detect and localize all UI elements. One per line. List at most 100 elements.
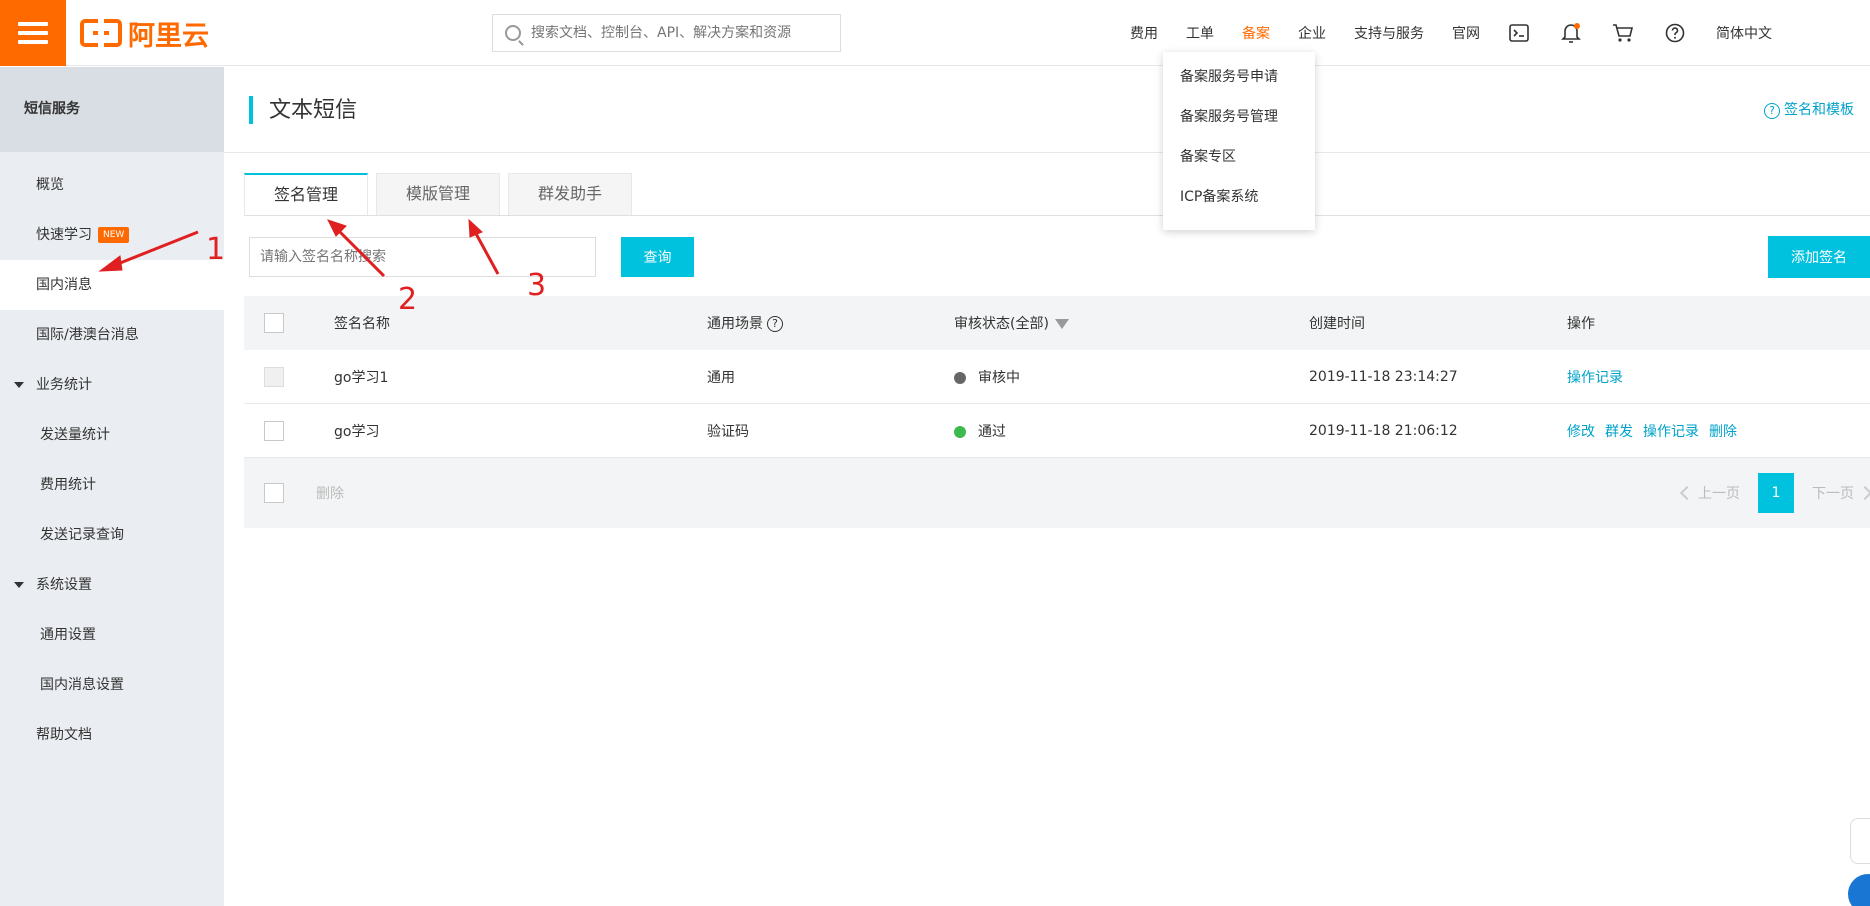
sidebar-item-label: 通用设置 (40, 627, 96, 643)
tab-divider (244, 215, 1870, 216)
sidebar-item-label: 发送量统计 (40, 427, 110, 443)
language-switch[interactable]: 简体中文 (1716, 23, 1772, 43)
signature-name: go学习 (334, 423, 380, 440)
search-icon (505, 25, 521, 41)
logo-text: 阿里云 (128, 20, 209, 52)
col-scene: 通用场景? (707, 313, 783, 333)
operation-log-link[interactable]: 操作记录 (1567, 370, 1623, 386)
terminal-icon[interactable] (1508, 22, 1530, 44)
chevron-right-icon (1857, 485, 1870, 501)
nav-enterprise[interactable]: 企业 (1298, 23, 1326, 43)
col-scene-label: 通用场景 (707, 316, 763, 332)
tab-bar: 签名管理 模版管理 群发助手 (244, 173, 640, 215)
add-signature-button[interactable]: 添加签名 (1768, 236, 1870, 278)
edit-link[interactable]: 修改 (1567, 424, 1595, 440)
delete-link[interactable]: 删除 (1709, 424, 1737, 440)
sidebar-item-quick-learn[interactable]: 快速学习 NEW (0, 210, 224, 260)
status-dot-icon (954, 425, 966, 438)
sidebar-item-label: 国内消息设置 (40, 677, 124, 693)
sidebar-item-international[interactable]: 国际/港澳台消息 (0, 310, 224, 360)
prev-page-button[interactable]: 上一页 (1679, 483, 1740, 503)
page-number-current[interactable]: 1 (1758, 473, 1794, 513)
sidebar-item-label: 费用统计 (40, 477, 96, 493)
nav-fees[interactable]: 费用 (1130, 23, 1158, 43)
dropdown-item-filing-apply[interactable]: 备案服务号申请 (1163, 66, 1315, 106)
footer-select-all-checkbox[interactable] (264, 483, 284, 503)
sidebar-item-send-stats[interactable]: 发送量统计 (0, 410, 224, 460)
status-text: 通过 (978, 423, 1006, 440)
signature-created-time: 2019-11-18 21:06:12 (1309, 422, 1458, 439)
operation-log-link[interactable]: 操作记录 (1643, 424, 1699, 440)
bulk-send-link[interactable]: 群发 (1605, 424, 1633, 440)
sidebar-item-label: 快速学习 (36, 227, 92, 243)
sidebar-item-label: 发送记录查询 (40, 527, 124, 543)
signature-status: 通过 (954, 421, 1006, 441)
query-button[interactable]: 查询 (621, 237, 694, 277)
floating-feedback-button[interactable] (1850, 818, 1870, 864)
sidebar-group-settings[interactable]: 系统设置 (0, 560, 224, 610)
global-search-input[interactable] (531, 25, 831, 41)
nav-support[interactable]: 支持与服务 (1354, 23, 1424, 43)
question-icon[interactable]: ? (767, 316, 783, 332)
status-dot-icon (954, 371, 966, 384)
tab-signature-management[interactable]: 签名管理 (244, 173, 368, 215)
signature-scene: 验证码 (707, 423, 749, 440)
annotation-label-3: 3 (527, 268, 547, 303)
question-icon: ? (1764, 103, 1780, 119)
sidebar-item-domestic[interactable]: 国内消息 (0, 260, 224, 310)
sidebar-item-domestic-settings[interactable]: 国内消息设置 (0, 660, 224, 710)
sidebar-item-label: 概览 (36, 177, 64, 193)
signature-template-help-link[interactable]: ? 签名和模板 (1764, 99, 1854, 119)
sidebar-item-general-settings[interactable]: 通用设置 (0, 610, 224, 660)
page-header: 文本短信 ? 签名和模板 (224, 67, 1870, 153)
prev-page-label: 上一页 (1698, 486, 1740, 502)
signature-table: 签名名称 通用场景? 审核状态(全部) 创建时间 操作 go学习1 通用 审核中… (244, 296, 1870, 528)
dropdown-item-filing-zone[interactable]: 备案专区 (1163, 146, 1315, 186)
tab-bulk-send-assistant[interactable]: 群发助手 (508, 173, 632, 215)
sidebar-item-label: 国际/港澳台消息 (36, 327, 139, 343)
select-all-checkbox[interactable] (264, 313, 284, 333)
sidebar-item-send-records[interactable]: 发送记录查询 (0, 510, 224, 560)
sidebar-item-label: 帮助文档 (36, 727, 92, 743)
tab-template-management[interactable]: 模版管理 (376, 173, 500, 215)
pagination: 上一页 1 下一页 (1679, 473, 1870, 513)
signature-status: 审核中 (954, 367, 1020, 387)
bell-icon[interactable] (1560, 22, 1582, 44)
hamburger-menu-icon[interactable] (0, 0, 66, 66)
help-icon[interactable] (1664, 22, 1686, 44)
filter-icon[interactable] (1054, 319, 1069, 329)
col-signature-name: 签名名称 (334, 316, 390, 332)
sidebar-item-overview[interactable]: 概览 (0, 160, 224, 210)
col-status: 审核状态(全部) (954, 313, 1069, 333)
sidebar-group-label: 系统设置 (36, 577, 92, 593)
nav-official-site[interactable]: 官网 (1452, 23, 1480, 43)
sidebar: 短信服务 概览 快速学习 NEW 国内消息 国际/港澳台消息 业务统计 发送量统计… (0, 67, 224, 906)
top-bar: 阿里云 费用 工单 备案 企业 支持与服务 官网 简体中文 (0, 0, 1870, 66)
row-checkbox[interactable] (264, 420, 284, 441)
dropdown-item-icp-system[interactable]: ICP备案系统 (1163, 186, 1315, 226)
batch-delete-button[interactable]: 删除 (316, 483, 344, 503)
table-header: 签名名称 通用场景? 审核状态(全部) 创建时间 操作 (244, 296, 1870, 350)
new-badge: NEW (98, 227, 130, 243)
caret-down-icon (14, 382, 24, 388)
nav-filing[interactable]: 备案 (1242, 23, 1270, 43)
table-row: go学习1 通用 审核中 2019-11-18 23:14:27 操作记录 (244, 350, 1870, 404)
row-actions: 修改 群发 操作记录 删除 (1567, 421, 1747, 441)
global-search[interactable] (492, 14, 841, 52)
sidebar-group-stats[interactable]: 业务统计 (0, 360, 224, 410)
table-row: go学习 验证码 通过 2019-11-18 21:06:12 修改 群发 操作记录… (244, 404, 1870, 458)
next-page-button[interactable]: 下一页 (1812, 483, 1870, 503)
row-checkbox (264, 366, 284, 387)
dropdown-item-filing-manage[interactable]: 备案服务号管理 (1163, 106, 1315, 146)
aliyun-logo[interactable]: 阿里云 (80, 17, 209, 52)
cart-icon[interactable] (1612, 22, 1634, 44)
sidebar-item-fee-stats[interactable]: 费用统计 (0, 460, 224, 510)
sidebar-item-help-docs[interactable]: 帮助文档 (0, 710, 224, 760)
nav-tickets[interactable]: 工单 (1186, 23, 1214, 43)
help-link-text: 签名和模板 (1784, 102, 1854, 118)
row-actions: 操作记录 (1567, 367, 1633, 387)
col-status-label: 审核状态(全部) (954, 316, 1049, 332)
page-title: 文本短信 (269, 98, 358, 123)
sidebar-item-label: 国内消息 (36, 277, 92, 293)
next-page-label: 下一页 (1812, 486, 1854, 502)
